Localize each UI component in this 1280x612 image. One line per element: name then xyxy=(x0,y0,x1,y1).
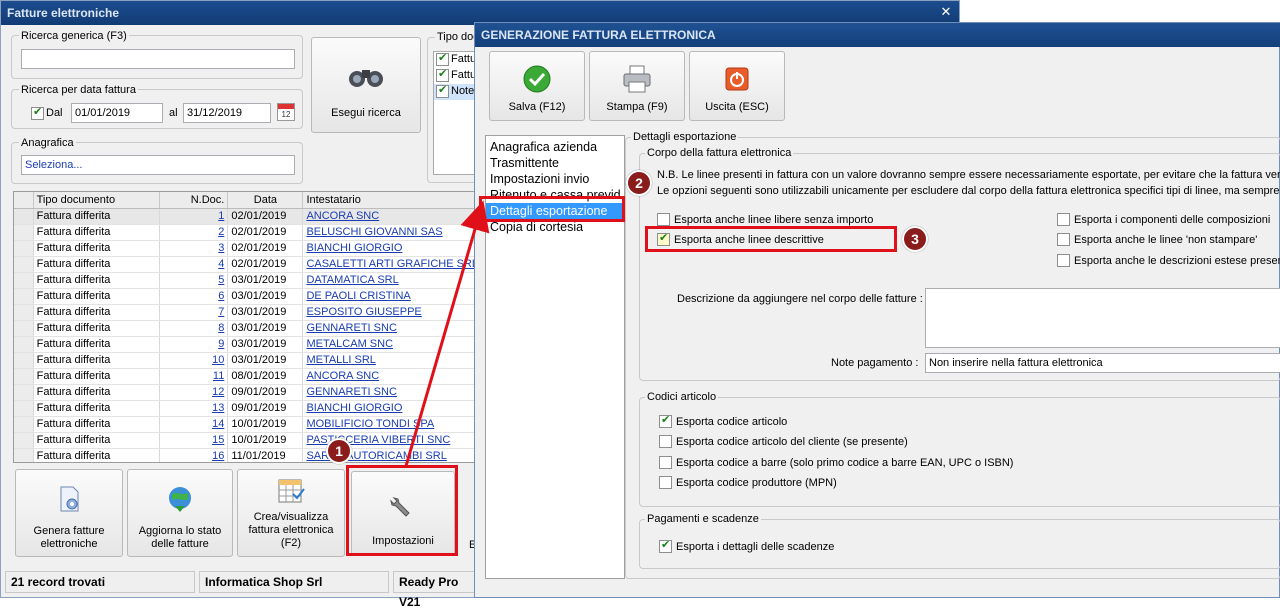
step-badge-1: 1 xyxy=(326,438,352,464)
annotation-arrow xyxy=(404,200,490,467)
step-badge-3: 3 xyxy=(902,226,928,252)
step-badge-2: 2 xyxy=(626,170,652,196)
